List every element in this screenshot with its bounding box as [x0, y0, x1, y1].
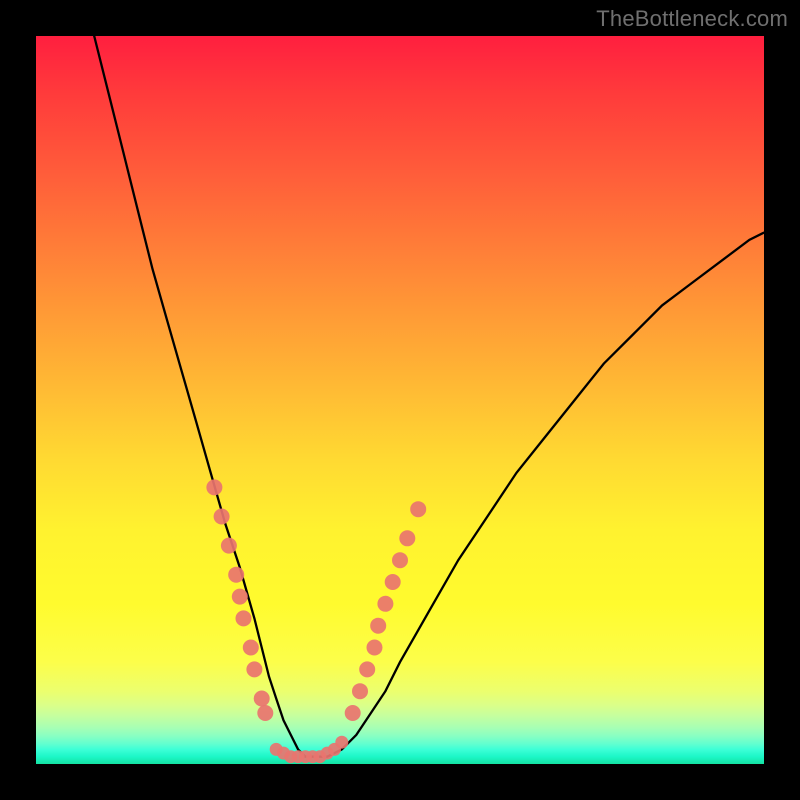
- data-point: [335, 736, 348, 749]
- data-point: [367, 640, 383, 656]
- data-point: [243, 640, 259, 656]
- data-point: [228, 567, 244, 583]
- data-point: [385, 574, 401, 590]
- data-point: [345, 705, 361, 721]
- data-point: [206, 479, 222, 495]
- data-point: [221, 538, 237, 554]
- data-point: [232, 589, 248, 605]
- data-point: [352, 683, 368, 699]
- data-point: [377, 596, 393, 612]
- bottleneck-curve: [94, 36, 764, 757]
- data-point: [257, 705, 273, 721]
- data-points: [206, 479, 426, 763]
- data-point: [359, 661, 375, 677]
- chart-frame: TheBottleneck.com: [0, 0, 800, 800]
- data-point: [236, 610, 252, 626]
- curve-layer: [36, 36, 764, 764]
- data-point: [410, 501, 426, 517]
- plot-area: [36, 36, 764, 764]
- data-point: [246, 661, 262, 677]
- data-point: [399, 530, 415, 546]
- curve-path: [94, 36, 764, 757]
- data-point: [254, 691, 270, 707]
- watermark-text: TheBottleneck.com: [596, 6, 788, 32]
- data-point: [392, 552, 408, 568]
- data-point: [370, 618, 386, 634]
- data-point: [214, 509, 230, 525]
